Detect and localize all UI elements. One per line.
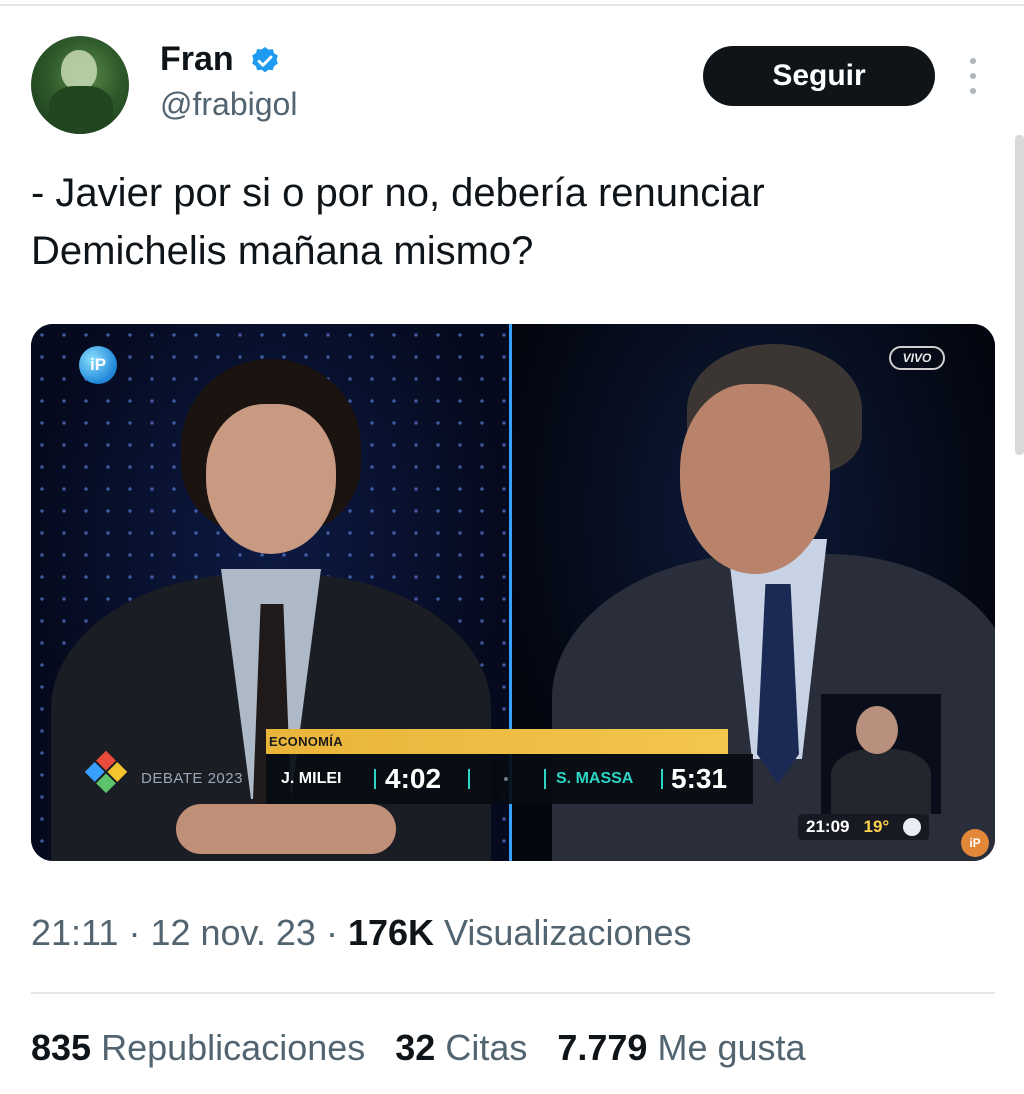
tweet-media[interactable]: iP VIVO DEBATE 2023 ECONOMÍA J. MILEI 4:…	[31, 324, 995, 861]
live-badge: VIVO	[889, 346, 945, 370]
reposts-label: Republicaciones	[101, 1027, 366, 1068]
weather-icon	[903, 818, 922, 836]
likes-stat[interactable]: 7.779 Me gusta	[557, 1027, 805, 1068]
more-dot	[970, 58, 976, 64]
reposts-count: 835	[31, 1027, 92, 1068]
score-separator	[661, 769, 663, 789]
avatar-figure	[61, 50, 97, 90]
more-options-icon[interactable]	[963, 58, 983, 94]
program-label: DEBATE 2023	[141, 770, 243, 787]
meta-divider	[31, 992, 995, 994]
likes-count: 7.779	[557, 1027, 648, 1068]
likes-label: Me gusta	[657, 1027, 806, 1068]
topic-label: ECONOMÍA	[269, 734, 343, 749]
score-separator	[374, 769, 376, 789]
top-divider	[0, 4, 1024, 6]
scrollbar[interactable]	[1015, 135, 1024, 455]
quotes-stat[interactable]: 32 Citas	[395, 1027, 527, 1068]
sign-language-interpreter	[821, 694, 941, 814]
user-handle[interactable]: @frabigol	[160, 86, 297, 123]
clock-weather-overlay: 21:09 19°	[798, 814, 930, 840]
views-count: 176K	[347, 912, 435, 953]
tweet-meta: 21:11 · 12 nov. 23 · 176K Visualizacione…	[31, 912, 692, 954]
tweet-stats: 835 Republicaciones 32 Citas 7.779 Me gust…	[31, 1027, 806, 1069]
temperature: 19°	[863, 817, 890, 836]
candidate-left-time: 4:02	[385, 763, 442, 794]
meta-separator: ·	[325, 912, 338, 953]
more-dot	[970, 88, 976, 94]
reposts-stat[interactable]: 835 Republicaciones	[31, 1027, 365, 1068]
follow-button[interactable]: Seguir	[703, 46, 935, 106]
quotes-label: Citas	[445, 1027, 528, 1068]
quotes-count: 32	[395, 1027, 436, 1068]
tweet-time[interactable]: 21:11	[31, 912, 118, 953]
left-person-face	[206, 404, 336, 554]
candidate-right-time: 5:31	[671, 763, 728, 794]
right-person-face	[680, 384, 830, 574]
left-person-hands	[176, 804, 396, 854]
score-separator	[468, 769, 470, 789]
channel-logo-small-icon: iP	[961, 829, 989, 857]
interpreter-body	[831, 749, 931, 814]
clock-time: 21:09	[806, 817, 850, 836]
tweet-text-line: - Javier por si o por no, debería renunc…	[31, 171, 765, 215]
views-label: Visualizaciones	[444, 912, 692, 953]
score-mid-dot	[504, 777, 508, 781]
more-dot	[970, 73, 976, 79]
channel-logo-icon: iP	[79, 346, 117, 384]
tweet-text-line: Demichelis mañana mismo?	[31, 229, 534, 273]
score-separator	[544, 769, 546, 789]
meta-separator: ·	[128, 912, 141, 953]
avatar-body	[49, 86, 113, 134]
candidate-right-name: S. MASSA	[556, 770, 634, 787]
interpreter-head	[856, 706, 898, 754]
tweet-date[interactable]: 12 nov. 23	[150, 912, 315, 953]
avatar[interactable]	[31, 36, 129, 134]
verified-badge-icon	[252, 47, 278, 73]
tweet-text: - Javier por si o por no, debería renunc…	[31, 164, 951, 280]
user-name[interactable]: Fran	[160, 40, 234, 79]
candidate-left-name: J. MILEI	[281, 770, 342, 787]
